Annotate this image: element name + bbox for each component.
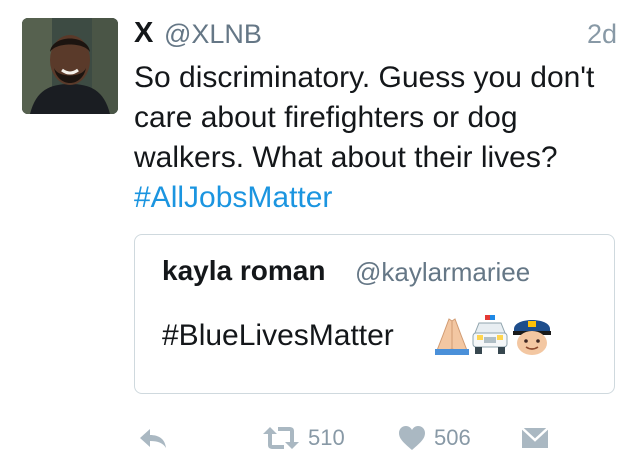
quoted-tweet[interactable]: kayla roman @kaylarmariee #BlueLivesMatt… — [134, 234, 615, 394]
folded-hands-emoji — [435, 318, 469, 355]
quoted-display-name: kayla roman — [162, 255, 326, 286]
police-car-emoji — [472, 315, 508, 354]
direct-message-button[interactable] — [521, 418, 549, 458]
tweet-text: So discriminatory. Guess you don't care … — [134, 58, 614, 218]
retweet-button[interactable]: 510 — [262, 418, 345, 458]
display-name[interactable]: X — [134, 17, 153, 50]
reply-button[interactable] — [138, 418, 168, 458]
quoted-text: #BlueLivesMatter — [162, 319, 394, 352]
username[interactable]: @XLNB — [164, 19, 262, 50]
avatar-photo — [22, 18, 118, 114]
retweet-count: 510 — [308, 425, 345, 450]
avatar[interactable] — [22, 18, 118, 114]
timestamp[interactable]: 2d — [587, 19, 617, 50]
police-officer-emoji — [513, 320, 551, 355]
like-count: 506 — [434, 425, 471, 450]
reply-icon — [140, 429, 166, 448]
emoji-group — [435, 315, 551, 355]
tweet[interactable]: X @XLNB 2d So discriminatory. Guess you … — [0, 0, 637, 471]
tweet-text-main: So discriminatory. Guess you don't care … — [134, 61, 595, 174]
retweet-icon — [263, 427, 299, 449]
envelope-icon — [521, 427, 549, 448]
quoted-username: @kaylarmariee — [355, 257, 531, 287]
hashtag-link[interactable]: #AllJobsMatter — [134, 181, 332, 214]
heart-icon — [399, 426, 425, 450]
tweet-header: X @XLNB 2d — [134, 15, 617, 53]
like-button[interactable]: 506 — [398, 418, 471, 458]
action-bar: 510 506 — [0, 418, 637, 458]
